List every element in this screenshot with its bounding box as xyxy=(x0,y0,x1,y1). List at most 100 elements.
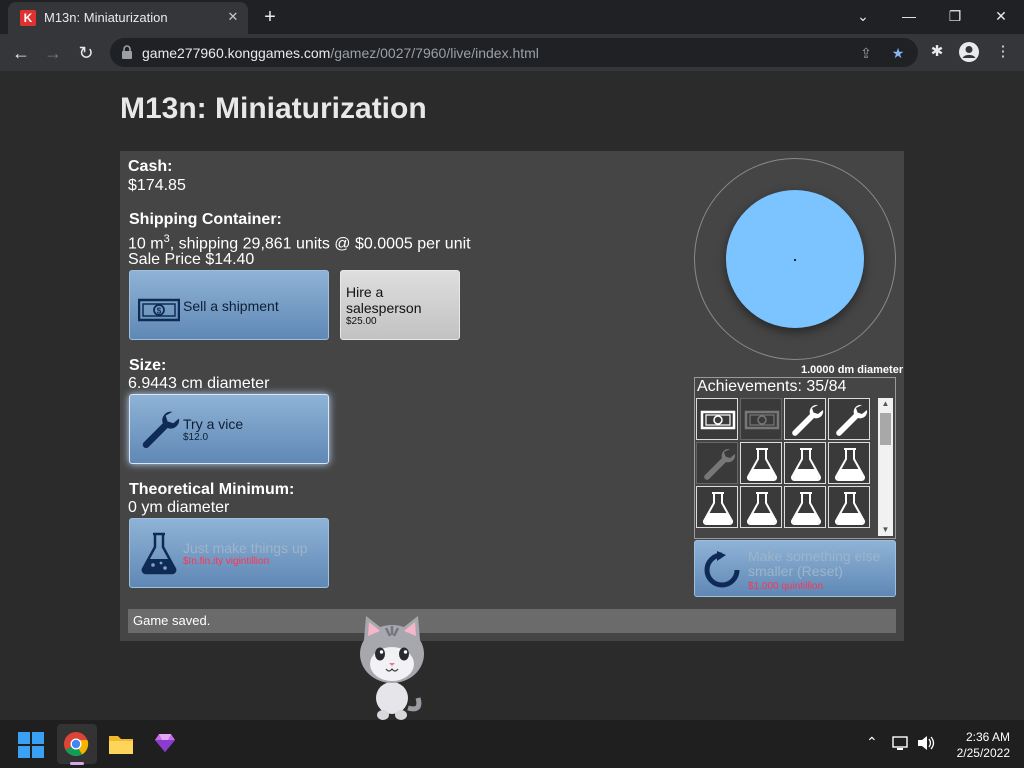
size-label: Size: xyxy=(129,357,167,374)
try-vice-button[interactable]: Try a vice $12.0 xyxy=(129,394,329,464)
kongregate-cat-mascot-icon xyxy=(360,616,424,720)
tab-title: M13n: Miniaturization xyxy=(44,10,168,25)
share-icon[interactable]: ⇪ xyxy=(856,43,876,63)
flask-icon xyxy=(790,492,822,525)
hire-salesperson-label: Hire a salesperson xyxy=(346,284,422,316)
volume-icon[interactable] xyxy=(917,735,935,751)
browser-toolbar: ← → ↻ game277960.konggames.com/gamez/002… xyxy=(0,34,1024,71)
achievement-cell[interactable] xyxy=(828,486,870,528)
try-vice-label: Try a vice xyxy=(183,416,244,432)
sell-shipment-button[interactable]: $ Sell a shipment xyxy=(129,270,329,340)
shipping-units: , shipping 29,861 units @ $0.0005 per un… xyxy=(169,235,471,253)
achievement-cell[interactable] xyxy=(740,398,782,440)
file-explorer-folder-icon[interactable] xyxy=(108,733,134,755)
reset-cost: $1.000 quintillion xyxy=(748,581,824,592)
achievement-cell[interactable] xyxy=(696,442,738,484)
achievement-cell[interactable] xyxy=(696,398,738,440)
scroll-down-arrow-icon[interactable]: ▼ xyxy=(878,524,893,536)
tray-overflow-chevron-icon[interactable]: ⌃ xyxy=(866,734,878,751)
money-icon xyxy=(744,410,780,430)
shipping-volume: 10 m xyxy=(128,235,164,253)
achievement-cell[interactable] xyxy=(740,486,782,528)
lock-icon xyxy=(122,45,132,59)
restore-button[interactable]: ❐ xyxy=(940,4,970,28)
flask-icon xyxy=(834,492,866,525)
sale-price: Sale Price $14.40 xyxy=(128,251,255,268)
wrench-icon xyxy=(704,448,736,480)
browser-tab[interactable]: K M13n: Miniaturization ✕ xyxy=(8,2,248,34)
browser-tab-bar: K M13n: Miniaturization ✕ + ⌄ — ❐ ✕ xyxy=(0,0,1024,34)
flask-icon xyxy=(746,448,778,481)
url-text: game277960.konggames.com/gamez/0027/7960… xyxy=(142,45,539,61)
flask-icon xyxy=(141,532,177,575)
svg-text:$: $ xyxy=(157,307,162,316)
minimum-size-dot xyxy=(794,259,796,261)
achievements-grid[interactable] xyxy=(696,398,876,536)
clock-time: 2:36 AM xyxy=(965,730,1010,744)
achievement-cell[interactable] xyxy=(784,398,826,440)
money-icon: $ xyxy=(138,298,180,322)
windows-taskbar: ⌃ 2:36 AM 2/25/2022 xyxy=(0,720,1024,768)
page-title: M13n: Miniaturization xyxy=(120,92,427,125)
achievement-cell[interactable] xyxy=(696,486,738,528)
close-window-button[interactable]: ✕ xyxy=(986,4,1016,28)
achievements-panel: Achievements: 35/84 ▲ ▼ xyxy=(694,377,896,539)
reset-label: Make something else smaller (Reset) xyxy=(748,548,881,579)
wrench-icon xyxy=(792,404,824,436)
status-message: Game saved. xyxy=(133,613,211,628)
achievement-cell[interactable] xyxy=(828,398,870,440)
achievement-cell[interactable] xyxy=(784,486,826,528)
make-things-up-button[interactable]: Just make things up $In.fin.ity vigintil… xyxy=(129,518,329,588)
make-things-up-label: Just make things up xyxy=(183,540,308,556)
status-bar: Game saved. xyxy=(128,609,896,633)
chrome-icon[interactable] xyxy=(63,731,89,757)
scrollbar-thumb[interactable] xyxy=(880,413,891,445)
flask-icon xyxy=(746,492,778,525)
size-value: 6.9443 cm diameter xyxy=(128,375,270,392)
flask-icon xyxy=(702,492,734,525)
flask-icon xyxy=(790,448,822,481)
clock-date: 2/25/2022 xyxy=(956,746,1010,760)
reference-diameter-caption: 1.0000 dm diameter xyxy=(801,364,904,376)
scroll-up-arrow-icon[interactable]: ▲ xyxy=(878,398,893,410)
profile-avatar-icon[interactable] xyxy=(958,41,980,63)
achievement-cell[interactable] xyxy=(828,442,870,484)
sell-shipment-label: Sell a shipment xyxy=(183,298,279,314)
hire-salesperson-cost: $25.00 xyxy=(346,316,377,327)
gem-app-icon[interactable] xyxy=(154,733,176,753)
network-icon[interactable] xyxy=(892,735,910,751)
achievement-cell[interactable] xyxy=(784,442,826,484)
address-bar[interactable]: game277960.konggames.com/gamez/0027/7960… xyxy=(110,38,918,67)
forward-arrow-icon[interactable]: → xyxy=(40,40,66,66)
wrench-icon xyxy=(836,404,868,436)
tab-close-icon[interactable]: ✕ xyxy=(224,8,242,26)
reset-circular-arrow-icon xyxy=(704,551,740,588)
extensions-puzzle-icon[interactable]: ✱ xyxy=(926,41,948,63)
taskbar-clock[interactable]: 2:36 AM 2/25/2022 xyxy=(940,729,1010,761)
flask-icon xyxy=(834,448,866,481)
back-arrow-icon[interactable]: ← xyxy=(8,40,34,66)
minimize-button[interactable]: — xyxy=(894,4,924,28)
tab-search-chevron-icon[interactable]: ⌄ xyxy=(848,4,878,28)
reload-icon[interactable]: ↻ xyxy=(73,40,99,66)
browser-menu-icon[interactable]: ⋮ xyxy=(992,41,1014,63)
hire-salesperson-button[interactable]: Hire a salesperson $25.00 xyxy=(340,270,460,340)
shipping-container-label: Shipping Container: xyxy=(129,211,282,228)
new-tab-button[interactable]: + xyxy=(258,5,282,29)
theoretical-minimum-label: Theoretical Minimum: xyxy=(129,481,295,498)
try-vice-cost: $12.0 xyxy=(183,432,209,443)
windows-start-icon[interactable] xyxy=(18,732,44,758)
make-things-up-cost: $In.fin.ity vigintillion xyxy=(183,556,270,567)
kongregate-favicon-icon: K xyxy=(20,10,36,26)
cash-label: Cash: xyxy=(128,158,173,175)
achievement-cell[interactable] xyxy=(740,442,782,484)
achievements-scrollbar[interactable]: ▲ ▼ xyxy=(878,398,893,536)
theoretical-minimum-value: 0 ym diameter xyxy=(128,499,230,516)
url-host: game277960.konggames.com xyxy=(142,45,331,61)
url-path: /gamez/0027/7960/live/index.html xyxy=(330,45,539,61)
money-icon xyxy=(700,410,736,430)
achievements-title: Achievements: 35/84 xyxy=(697,378,847,395)
reset-button[interactable]: Make something else smaller (Reset) $1.0… xyxy=(694,540,896,597)
bookmark-star-icon[interactable]: ★ xyxy=(888,43,908,63)
cash-value: $174.85 xyxy=(128,177,186,194)
